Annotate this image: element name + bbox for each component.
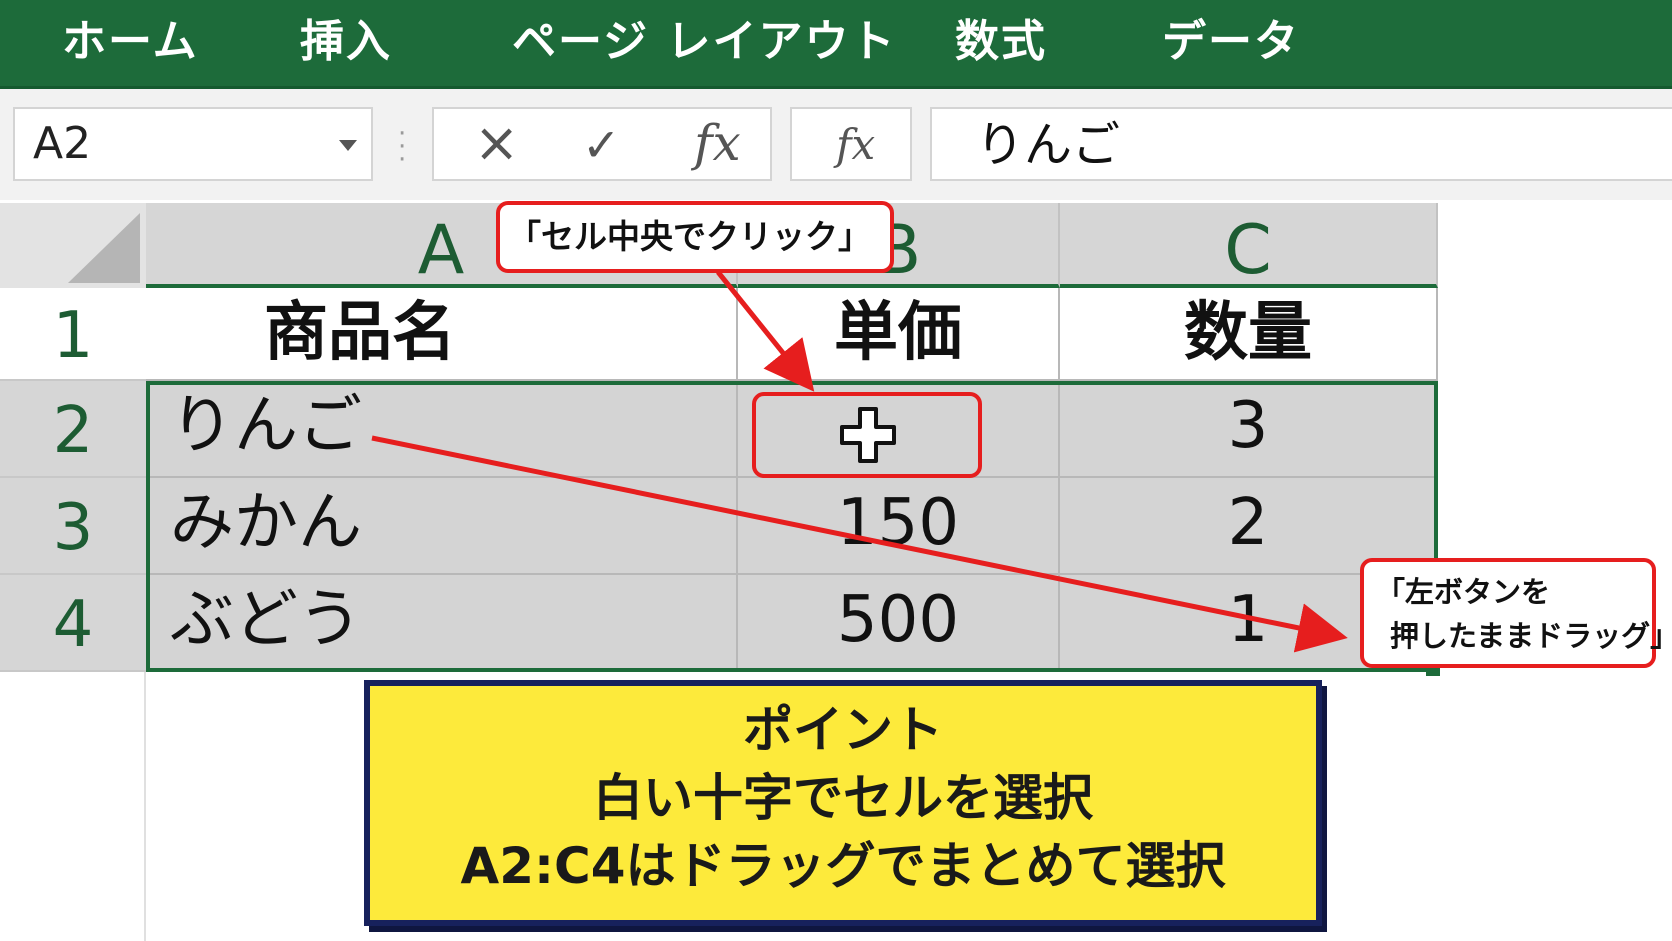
function-button[interactable]: fx: [790, 107, 912, 181]
cancel-icon[interactable]: ×: [474, 113, 519, 173]
drag-callout-line2: 押したままドラッグ」: [1390, 619, 1672, 653]
ribbon: ホーム 挿入 ページ レイアウト 数式 データ: [0, 0, 1672, 89]
row-header-3[interactable]: 3: [0, 478, 146, 575]
name-box-value: A2: [33, 118, 92, 169]
cell-a4[interactable]: ぶどう: [146, 575, 738, 672]
point-line2: A2:C4はドラッグでまとめて選択: [460, 837, 1226, 895]
tab-page-layout[interactable]: ページ レイアウト: [512, 14, 896, 70]
cursor-highlight-box: [752, 392, 982, 478]
column-header-c[interactable]: C: [1060, 203, 1438, 290]
formula-buttons: × ✓ fx: [432, 107, 772, 181]
cell-b1[interactable]: 単価: [738, 288, 1060, 381]
tab-home[interactable]: ホーム: [62, 14, 199, 70]
function-icon: fx: [836, 120, 876, 169]
cell-a2[interactable]: りんご: [146, 381, 738, 478]
insert-function-button[interactable]: fx: [694, 113, 741, 173]
point-box: ポイント 白い十字でセルを選択 A2:C4はドラッグでまとめて選択: [364, 680, 1322, 926]
tab-data[interactable]: データ: [1162, 14, 1300, 70]
cell-a1[interactable]: 商品名: [146, 288, 738, 381]
tab-formulas[interactable]: 数式: [955, 14, 1047, 70]
drag-dots-icon[interactable]: · · ·: [398, 121, 406, 173]
cell-b4[interactable]: 500: [738, 575, 1060, 672]
formula-input[interactable]: りんご: [930, 107, 1672, 181]
row-header-1[interactable]: 1: [0, 288, 146, 381]
enter-check-icon[interactable]: ✓: [582, 115, 621, 175]
cell-a3[interactable]: みかん: [146, 478, 738, 575]
row-header-4[interactable]: 4: [0, 575, 146, 672]
row-header-2[interactable]: 2: [0, 381, 146, 478]
cell-c2[interactable]: 3: [1060, 381, 1438, 478]
formula-value: りんご: [976, 117, 1121, 173]
white-cross-cursor-icon: [840, 407, 896, 463]
drag-callout: 「左ボタンを 押したままドラッグ」: [1360, 558, 1672, 668]
name-box[interactable]: A2: [13, 107, 373, 181]
chevron-down-icon[interactable]: [339, 140, 357, 151]
cell-b3[interactable]: 150: [738, 478, 1060, 575]
cell-c1[interactable]: 数量: [1060, 288, 1438, 381]
point-line1: 白い十字でセルを選択: [593, 769, 1093, 827]
tab-insert[interactable]: 挿入: [300, 14, 392, 70]
select-all-corner[interactable]: [0, 203, 146, 288]
drag-callout-line1: 「左ボタンを: [1376, 575, 1551, 609]
click-callout: 「セル中央でクリック」: [496, 201, 894, 273]
point-title: ポイント: [743, 701, 943, 759]
